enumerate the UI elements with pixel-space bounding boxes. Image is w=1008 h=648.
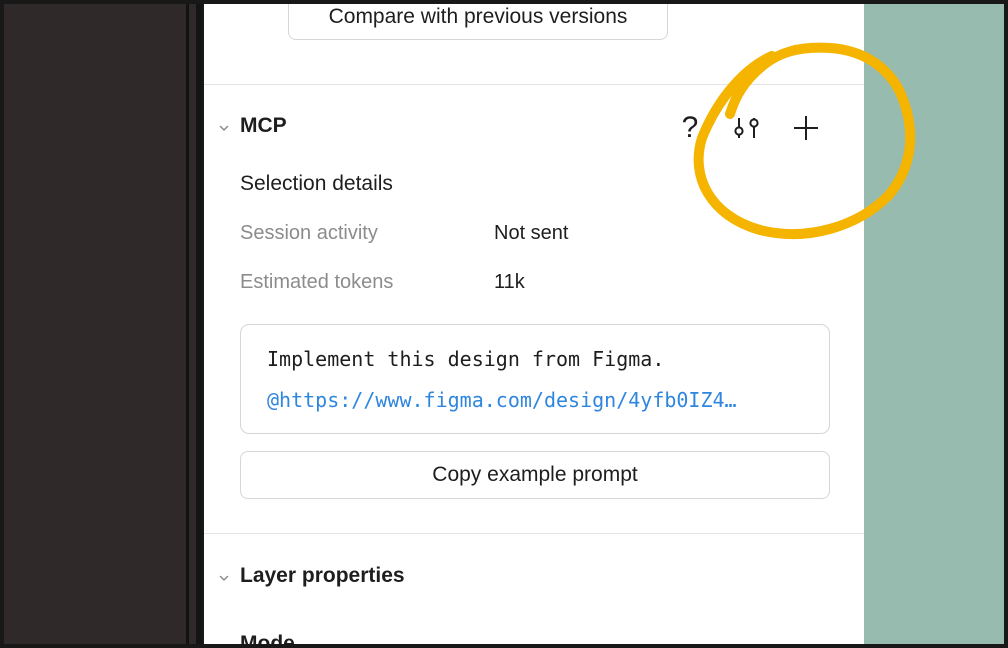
panel-resize-handle[interactable] xyxy=(189,4,196,644)
inspector-panel: Compare with previous versions MCP ? Sel… xyxy=(204,4,864,644)
session-activity-value: Not sent xyxy=(494,222,569,244)
section-divider xyxy=(204,84,864,85)
selection-details-title: Selection details xyxy=(240,172,393,195)
left-background xyxy=(4,4,186,644)
help-icon[interactable]: ? xyxy=(678,110,702,146)
mcp-section-title[interactable]: MCP xyxy=(240,114,287,138)
prompt-link[interactable]: @https://www.figma.com/design/4yfb0IZ4… xyxy=(267,388,807,412)
canvas-area xyxy=(864,4,1004,644)
plus-icon[interactable] xyxy=(792,114,820,142)
chevron-down-icon[interactable] xyxy=(218,122,230,134)
layer-mode-label: Mode xyxy=(240,632,295,644)
copy-example-prompt-button[interactable]: Copy example prompt xyxy=(240,451,830,499)
compare-versions-button[interactable]: Compare with previous versions xyxy=(288,4,668,40)
chevron-down-icon[interactable] xyxy=(218,572,230,584)
panel-divider-dark xyxy=(196,4,202,644)
layer-properties-title[interactable]: Layer properties xyxy=(240,564,405,588)
prompt-text: Implement this design from Figma. xyxy=(267,347,665,371)
estimated-tokens-label: Estimated tokens xyxy=(240,271,394,293)
settings-sliders-icon[interactable] xyxy=(732,114,764,144)
estimated-tokens-value: 11k xyxy=(494,271,525,293)
session-activity-label: Session activity xyxy=(240,222,378,244)
section-divider xyxy=(204,533,864,534)
example-prompt-box: Implement this design from Figma. @https… xyxy=(240,324,830,434)
